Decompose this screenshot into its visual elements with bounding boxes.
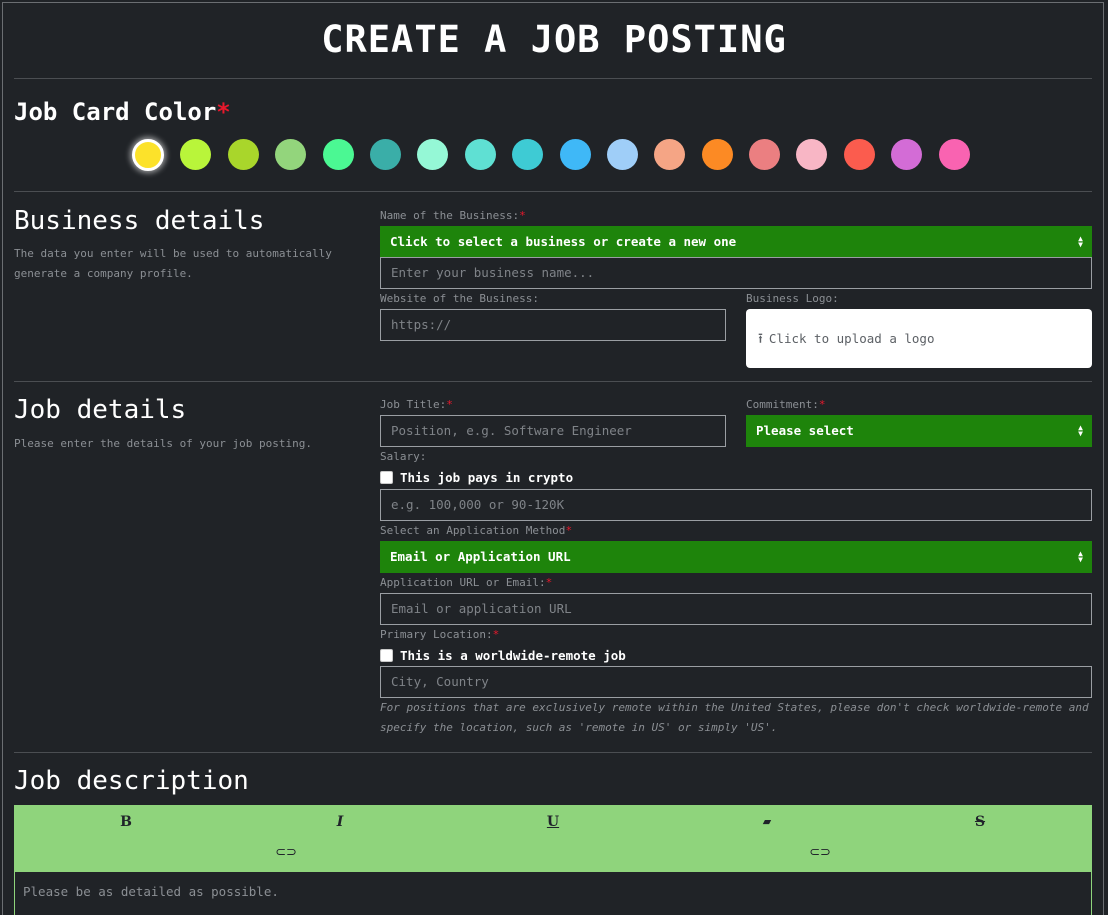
business-select-value: Click to select a business or create a n… [390,234,737,249]
label-text: Name of the Business: [380,209,520,222]
commitment-label: Commitment:* [746,398,825,411]
business-heading: Business details [14,206,265,236]
label-text: Job Title: [380,398,447,411]
unlink-icon[interactable]: ⊂⊃ [805,845,835,860]
divider [14,752,1092,753]
remote-checkbox-row[interactable]: This is a worldwide-remote job [380,648,626,663]
business-name-label: Name of the Business:* [380,209,526,222]
color-swatch[interactable] [512,139,544,170]
logo-upload-text: Click to upload a logo [768,331,935,346]
color-swatch[interactable] [132,138,164,171]
color-swatch[interactable] [369,139,401,170]
page-title: CREATE A JOB POSTING [321,18,787,61]
color-swatch[interactable] [654,139,686,170]
editor-placeholder: Please be as detailed as possible. [23,884,279,899]
crypto-checkbox[interactable] [380,471,393,484]
color-swatch[interactable] [417,139,449,170]
color-swatch[interactable] [180,139,212,170]
application-method-select[interactable]: Email or Application URL ▲ ▼ [380,541,1092,573]
business-description: The data you enter will be used to autom… [14,247,332,280]
business-name-input[interactable]: Enter your business name... [380,257,1092,289]
editor-toolbar: B I U ▰ S ⊂⊃ ⊂⊃ [15,806,1091,872]
salary-label: Salary: [380,450,427,463]
job-title-input[interactable]: Position, e.g. Software Engineer [380,415,726,447]
required-mark: * [446,398,453,411]
application-url-input[interactable]: Email or application URL [380,593,1092,625]
color-swatch[interactable] [606,139,638,170]
required-mark: * [565,524,573,537]
logo-upload-button[interactable]: ⭱ Click to upload a logo [746,309,1092,368]
location-input[interactable]: City, Country [380,666,1092,698]
crypto-checkbox-row[interactable]: This job pays in crypto [380,470,573,485]
commitment-select-value: Please select [756,423,854,438]
required-mark: * [818,398,826,411]
job-heading: Job details [14,395,187,425]
color-swatch[interactable] [938,139,970,170]
label-text: Select an Application Method [380,524,566,537]
application-method-label: Select an Application Method* [380,524,572,537]
required-mark: * [492,628,500,641]
color-swatch[interactable] [749,139,781,170]
color-swatch[interactable] [843,139,875,170]
label-text: Commitment: [746,398,819,411]
commitment-select[interactable]: Please select ▲ ▼ [746,415,1092,447]
caret-updown-icon: ▲ ▼ [1078,422,1083,438]
caret-updown-icon: ▲ ▼ [1078,548,1083,564]
salary-input[interactable]: e.g. 100,000 or 90-120K [380,489,1092,521]
divider [14,381,1092,382]
bold-button[interactable]: B [111,814,141,830]
location-hint: For positions that are exclusively remot… [380,701,1089,734]
remote-checkbox[interactable] [380,649,393,662]
color-swatch[interactable] [227,139,259,170]
color-swatch[interactable] [701,139,733,170]
color-swatch[interactable] [559,139,591,170]
description-heading: Job description [14,766,249,796]
upload-icon: ⭱ [758,331,763,347]
eraser-icon[interactable]: ▰ [752,815,782,828]
divider [14,191,1092,192]
application-url-label: Application URL or Email:* [380,576,552,589]
crypto-checkbox-label: This job pays in crypto [400,470,574,485]
required-mark: * [216,98,231,126]
website-input[interactable]: https:// [380,309,726,341]
label-text: Primary Location: [380,628,493,641]
strikethrough-button[interactable]: S [965,814,995,830]
card-color-heading: Job Card Color* [14,98,231,126]
caret-updown-icon: ▲ ▼ [1078,233,1083,249]
primary-location-label: Primary Location:* [380,628,499,641]
color-swatch[interactable] [891,139,923,170]
website-label: Website of the Business: [380,292,539,305]
color-swatch[interactable] [322,139,354,170]
color-swatch[interactable] [464,139,496,170]
color-swatch[interactable] [796,139,828,170]
divider [14,78,1092,79]
color-swatch-list [132,138,986,171]
label-text: Application URL or Email: [380,576,546,589]
color-swatch[interactable] [275,139,307,170]
logo-label: Business Logo: [746,292,839,305]
job-title-label: Job Title:* [380,398,453,411]
required-mark: * [545,576,553,589]
underline-button[interactable]: U [538,814,568,830]
card-color-label: Job Card Color [14,98,217,126]
italic-button[interactable]: I [325,814,355,830]
required-mark: * [519,209,526,222]
business-select[interactable]: Click to select a business or create a n… [380,226,1092,258]
remote-checkbox-label: This is a worldwide-remote job [400,648,626,663]
description-editor[interactable]: B I U ▰ S ⊂⊃ ⊂⊃ Please be as detailed as… [14,805,1092,915]
job-description: Please enter the details of your job pos… [14,437,313,450]
application-method-value: Email or Application URL [390,549,571,564]
link-icon[interactable]: ⊂⊃ [271,845,301,860]
